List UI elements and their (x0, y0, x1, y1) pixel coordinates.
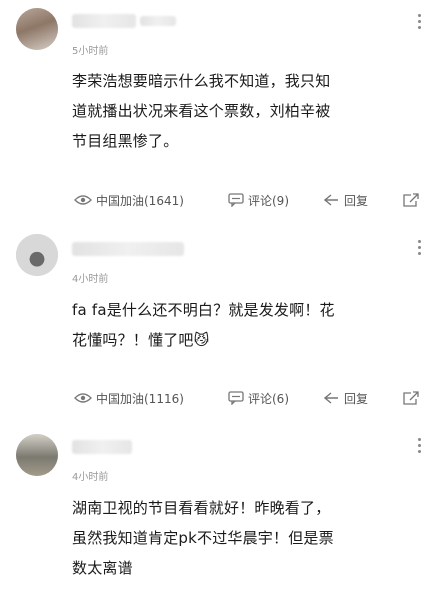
like-button[interactable]: 中国加油(1116) (74, 387, 184, 409)
like-button[interactable]: 中国加油(1641) (74, 189, 184, 211)
avatar[interactable] (16, 234, 58, 276)
username-blurred[interactable] (72, 14, 136, 28)
more-options-icon[interactable] (418, 240, 422, 258)
reply-icon (324, 194, 338, 206)
comment-icon (228, 193, 244, 207)
comment-text: 湖南卫视的节目看看就好！昨晚看了， 虽然我知道肯定pk不过华晨宇！但是票 数太离… (72, 499, 334, 577)
username-blurred[interactable] (72, 242, 184, 256)
username-blurred (140, 16, 176, 26)
eye-icon (74, 195, 92, 205)
comment-icon (228, 391, 244, 405)
comment-actions: 中国加油(1641) 评论(9) 回复 (72, 189, 424, 211)
share-button[interactable] (402, 189, 424, 211)
more-options-icon[interactable] (418, 14, 422, 32)
more-options-icon[interactable] (418, 438, 422, 456)
comment-actions: 中国加油(1116) 评论(6) 回复 (72, 387, 424, 409)
comment-time: 4小时前 (72, 274, 109, 285)
comment-text: 李荣浩想要暗示什么我不知道，我只知 道就播出状况来看这个票数，刘柏辛被 节目组黑… (72, 72, 331, 150)
comment-button[interactable]: 评论(6) (228, 387, 289, 409)
comment-time: 5小时前 (72, 46, 109, 57)
reply-icon (324, 392, 338, 404)
share-icon (403, 193, 419, 207)
avatar[interactable] (16, 8, 58, 50)
avatar[interactable] (16, 434, 58, 476)
comment-text: fa fa是什么还不明白？就是发发啊！花 花懂吗？！懂了吧😼 (72, 301, 335, 349)
comment-time: 4小时前 (72, 472, 109, 483)
share-icon (403, 391, 419, 405)
reply-button[interactable]: 回复 (324, 387, 368, 409)
eye-icon (74, 393, 92, 403)
reply-button[interactable]: 回复 (324, 189, 368, 211)
share-button[interactable] (402, 387, 424, 409)
username-blurred[interactable] (72, 440, 132, 454)
comment-button[interactable]: 评论(9) (228, 189, 289, 211)
